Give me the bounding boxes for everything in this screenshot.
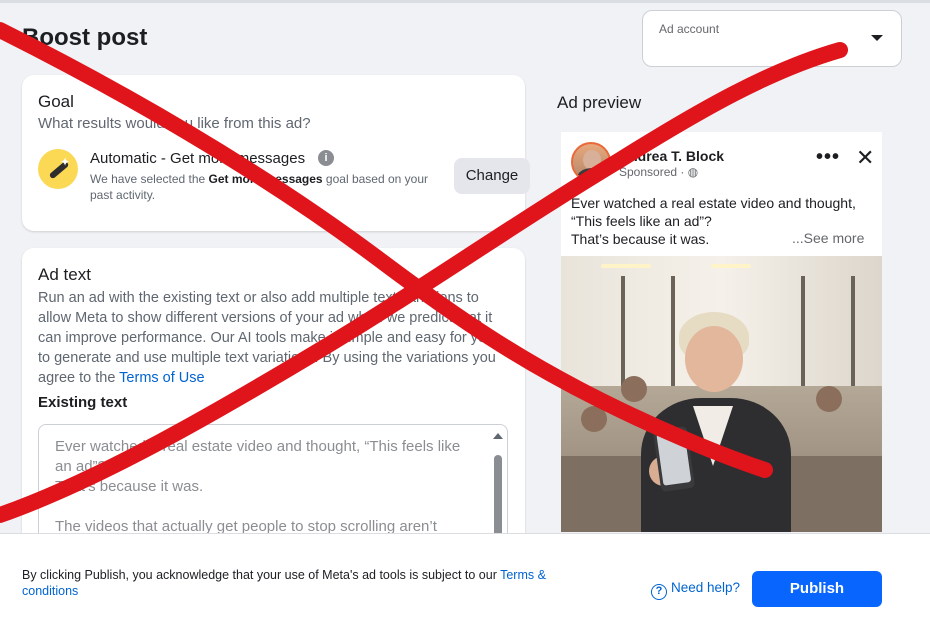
footer-bar: By clicking Publish, you acknowledge tha… [0, 533, 930, 620]
goal-description: We have selected the Get more messages g… [90, 172, 429, 202]
ellipsis-icon[interactable]: ••• [816, 146, 840, 169]
goal-title: Goal [38, 92, 74, 111]
globe-icon: ◍ [687, 165, 699, 179]
chevron-down-icon [871, 35, 883, 41]
existing-text-label: Existing text [38, 394, 128, 411]
ad-preview-label: Ad preview [557, 93, 642, 112]
existing-text-line [55, 497, 475, 517]
page-title: Boost post [22, 24, 148, 51]
goal-card: Goal What results would you like from th… [22, 75, 530, 231]
scroll-up-arrow-icon[interactable] [493, 433, 503, 439]
post-image [561, 256, 882, 532]
ad-text-description: Run an ad with the existing text or also… [38, 290, 496, 386]
help-icon: ? [651, 584, 667, 600]
ad-text-title: Ad text [38, 265, 91, 284]
goal-option-name: Automatic - Get more messages [90, 150, 306, 167]
ad-text-card: Ad text Run an ad with the existing text… [22, 248, 525, 554]
magic-wand-icon: ✦ [38, 149, 78, 189]
ad-preview-card: Andrea T. Block Sponsored · ◍ ••• ✕ Ever… [561, 132, 882, 532]
terms-of-use-link[interactable]: Terms of Use [119, 370, 204, 386]
close-icon[interactable]: ✕ [856, 147, 874, 169]
existing-text-line: That’s because it was. [55, 478, 204, 495]
page-name: Andrea T. Block [619, 148, 725, 164]
existing-text-line: Ever watched a real estate video and tho… [55, 438, 461, 475]
info-icon[interactable]: i [318, 150, 334, 166]
publish-button[interactable]: Publish [752, 571, 882, 607]
ad-account-dropdown[interactable]: Ad account [642, 10, 902, 67]
top-divider [0, 0, 930, 3]
see-more-link[interactable]: ...See more [792, 230, 864, 246]
ad-account-label: Ad account [659, 22, 720, 36]
avatar [571, 142, 611, 182]
legal-notice: By clicking Publish, you acknowledge tha… [22, 568, 546, 598]
goal-subtitle: What results would you like from this ad… [38, 115, 311, 132]
sponsored-label: Sponsored · ◍ [619, 165, 699, 179]
need-help-link[interactable]: ? Need help? [651, 580, 740, 600]
change-goal-button[interactable]: Change [454, 158, 530, 194]
